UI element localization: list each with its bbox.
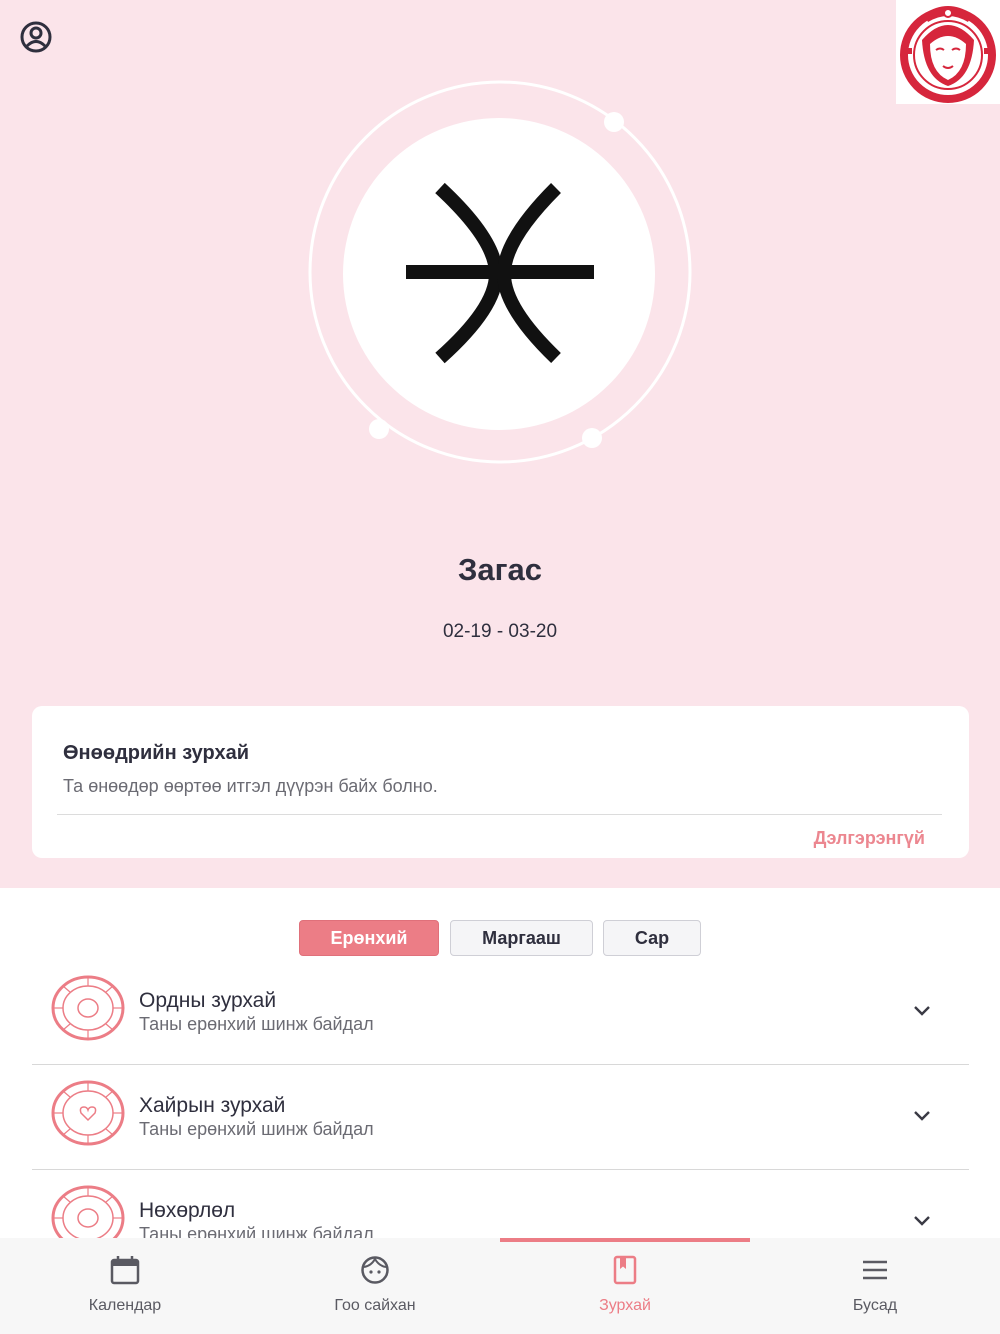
sign-name: Загас — [457, 552, 543, 587]
segment-tomorrow[interactable]: Маргааш — [450, 920, 593, 956]
list-item-subtitle: Таны ерөнхий шинж байдал — [139, 1014, 374, 1034]
brand-logo — [896, 0, 1000, 104]
tab-beauty[interactable]: Гоо сайхан — [250, 1238, 500, 1334]
segment-general[interactable]: Ерөнхий — [299, 920, 439, 956]
tab-horoscope[interactable]: Зурхай — [500, 1238, 750, 1334]
zodiac-emblem — [300, 72, 700, 472]
list-item-subtitle: Таны ерөнхий шинж байдал — [139, 1119, 374, 1139]
horoscope-list: Ордны зурхай Таны ерөнхий шинж байдал Ха… — [32, 960, 969, 1238]
list-item-title: Нөхөрлөл — [139, 1199, 236, 1222]
tab-label: Зурхай — [599, 1297, 651, 1314]
today-card-text: Та өнөөдөр өөртөө итгэл дүүрэн байх болн… — [63, 776, 438, 796]
list-item-love-horoscope[interactable]: Хайрын зурхай Таны ерөнхий шинж байдал — [32, 1065, 969, 1170]
hero-section: Загас 02-19 - 03-20 Өнөөдрийн зурхай Та … — [0, 0, 1000, 888]
chevron-down-icon[interactable] — [910, 998, 934, 1022]
bookmark-book-icon — [613, 1255, 637, 1285]
tab-label: Гоо сайхан — [334, 1297, 416, 1314]
segment-month[interactable]: Сар — [603, 920, 701, 956]
orbit-dot — [369, 419, 389, 439]
period-segmented-control: Ерөнхий Маргааш Сар — [0, 920, 1000, 956]
zodiac-wheel-heart-icon — [51, 1080, 125, 1146]
list-item-subtitle: Таны ерөнхий шинж байдал — [139, 1224, 374, 1238]
chevron-down-icon[interactable] — [910, 1208, 934, 1232]
brand-girl-logo — [900, 6, 996, 103]
user-circle-icon — [20, 21, 52, 53]
face-icon — [361, 1256, 389, 1284]
divider — [57, 814, 942, 815]
zodiac-wheel-icon — [51, 1185, 125, 1238]
today-card-title: Өнөөдрийн зурхай — [63, 742, 250, 764]
list-item-title: Ордны зурхай — [139, 989, 277, 1012]
sign-date-range: 02-19 - 03-20 — [442, 621, 558, 642]
list-item-title: Хайрын зурхай — [139, 1094, 286, 1117]
orbit-dot — [604, 112, 624, 132]
tab-label: Календар — [88, 1297, 162, 1314]
menu-icon — [863, 1260, 887, 1280]
more-details-link[interactable]: Дэлгэрэнгүй — [814, 828, 925, 849]
orbit-dot — [582, 428, 602, 448]
tab-calendar[interactable]: Календар — [0, 1238, 250, 1334]
bottom-tab-bar: Календар Гоо сайхан Зурхай Бусад — [0, 1238, 1000, 1334]
today-horoscope-card: Өнөөдрийн зурхай Та өнөөдөр өөртөө итгэл… — [32, 706, 969, 858]
profile-button[interactable] — [18, 19, 54, 55]
zodiac-wheel-icon — [51, 975, 125, 1041]
list-item-friendship[interactable]: Нөхөрлөл Таны ерөнхий шинж байдал — [32, 1170, 969, 1238]
tab-label: Бусад — [852, 1297, 898, 1314]
calendar-icon — [110, 1256, 140, 1285]
chevron-down-icon[interactable] — [910, 1103, 934, 1127]
list-item-palace-horoscope[interactable]: Ордны зурхай Таны ерөнхий шинж байдал — [32, 960, 969, 1065]
tab-more[interactable]: Бусад — [750, 1238, 1000, 1334]
